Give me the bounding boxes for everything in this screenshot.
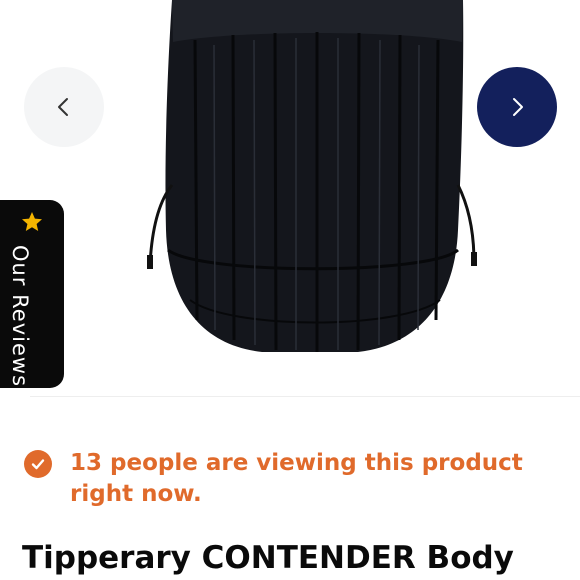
our-reviews-label[interactable]: Our Reviews [8,245,32,387]
chevron-right-icon [513,98,523,116]
check-circle-icon [24,450,52,478]
live-viewers-text: 13 people are viewing this product right… [70,450,523,507]
product-title: Tipperary CONTENDER Body [22,540,514,576]
next-image-button[interactable] [477,67,557,147]
previous-image-button[interactable] [24,67,104,147]
vest-image [147,0,477,352]
gallery-divider [30,396,580,397]
product-image-gallery [0,0,580,398]
chevron-left-icon [58,98,68,116]
star-icon [22,212,42,231]
